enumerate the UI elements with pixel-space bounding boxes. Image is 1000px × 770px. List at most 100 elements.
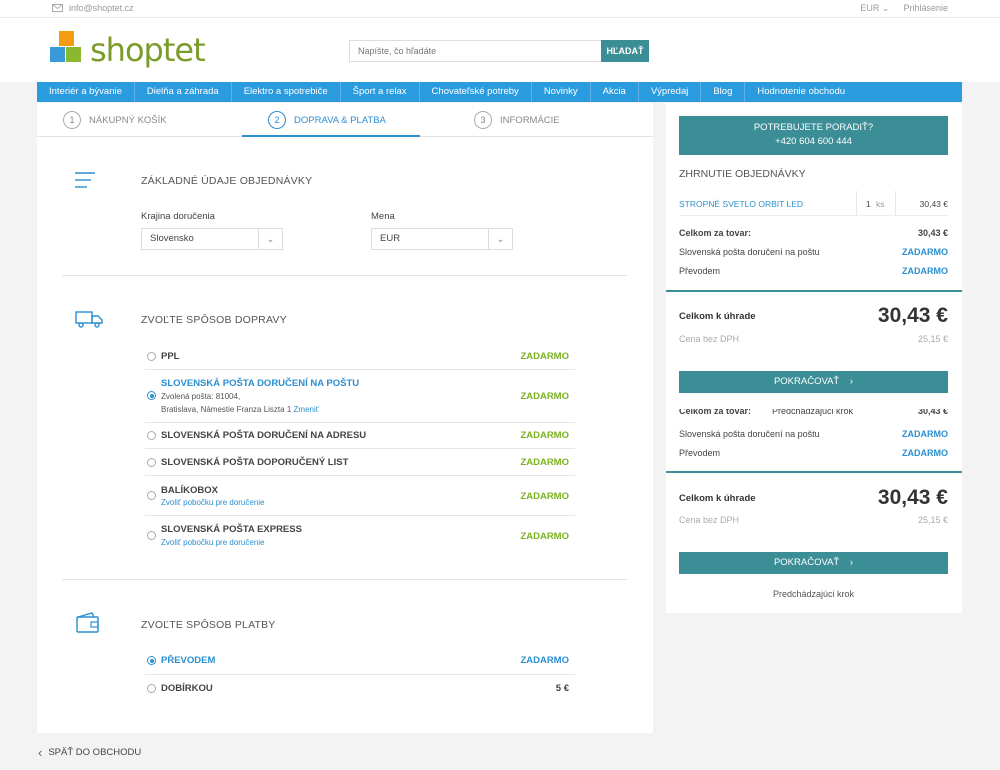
summary-item: STROPNÉ SVETLO ORBIT LED 1 ks 30,43 € (679, 191, 948, 216)
shipping-option[interactable]: SLOVENSKÁ POŠTA DOPORUČENÝ LIST ZADARMO (145, 449, 575, 476)
option-price: ZADARMO (520, 457, 569, 468)
payment-option[interactable]: DOBÍRKOU 5 € (145, 675, 575, 702)
email-text: info@shoptet.cz (69, 3, 134, 13)
chevron-down-icon: ⌄ (488, 229, 512, 249)
choose-branch-link[interactable]: Zvoliť pobočku pre doručenie (161, 498, 265, 507)
shipping-summary-value: ZADARMO (902, 247, 948, 257)
step-label: NÁKUPNÝ KOŠÍK (89, 114, 167, 126)
clipped-summary-row: Celkom za tovar: Predchádzajúci krok 30,… (679, 409, 948, 416)
nav-item[interactable]: Elektro a spotrebiče (232, 82, 341, 102)
currency-switch[interactable]: EUR ⌄ (860, 3, 889, 14)
summary-divider (666, 471, 962, 473)
step-cart[interactable]: 1 NÁKUPNÝ KOŠÍK (63, 111, 167, 129)
total-value: 30,43 € (877, 304, 948, 327)
nav-item[interactable]: Výpredaj (639, 82, 702, 102)
divider (62, 579, 627, 580)
previous-step-link[interactable]: Predchádzajúci krok (679, 589, 948, 599)
option-price: ZADARMO (520, 531, 569, 542)
total-label: Celkom k úhrade (679, 311, 756, 322)
logo[interactable]: shoptet (50, 31, 206, 66)
radio-button[interactable] (147, 491, 156, 500)
item-price: 30,43 € (919, 199, 948, 209)
step-info[interactable]: 3 INFORMÁCIE (474, 111, 560, 129)
option-name: SLOVENSKÁ POŠTA EXPRESS (161, 524, 302, 535)
step-number: 3 (474, 111, 492, 129)
top-bar: info@shoptet.cz EUR ⌄ Prihlásenie (0, 0, 1000, 18)
list-icon (75, 172, 95, 188)
continue-button[interactable]: POKRAČOVAŤ › (679, 552, 948, 574)
shipping-option[interactable]: SLOVENSKÁ POŠTA DORUČENÍ NA ADRESU ZADAR… (145, 423, 575, 449)
search-button[interactable]: HĽADAŤ (601, 40, 649, 62)
country-label: Krajina doručenia (141, 211, 215, 222)
currency-value: EUR (380, 233, 401, 244)
back-to-shop-link[interactable]: ‹ SPÄŤ DO OBCHODU (38, 745, 141, 760)
shipping-summary-row: Slovenská pošta doručení na poštu ZADARM… (679, 429, 948, 439)
country-select[interactable]: Slovensko ⌄ (141, 228, 283, 250)
choose-branch-link[interactable]: Zvoliť pobočku pre doručenie (161, 538, 265, 547)
nav-item[interactable]: Novinky (532, 82, 591, 102)
payment-summary-label: Převodem (679, 448, 721, 458)
shipping-option[interactable]: BALÍKOBOX Zvoliť pobočku pre doručenie Z… (145, 476, 575, 516)
step-number: 2 (268, 111, 286, 129)
nav-item[interactable]: Dielňa a záhrada (135, 82, 232, 102)
payment-summary-row: Převodem ZADARMO (679, 266, 948, 276)
help-phone[interactable]: +420 604 600 444 (679, 135, 948, 149)
login-link[interactable]: Prihlásenie (903, 3, 948, 14)
payment-option-selected[interactable]: PŘEVODEM ZADARMO (145, 648, 575, 675)
shipping-option[interactable]: SLOVENSKÁ POŠTA EXPRESS Zvoliť pobočku p… (145, 516, 575, 556)
item-unit: ks (876, 199, 885, 209)
currency-select[interactable]: EUR ⌄ (371, 228, 513, 250)
logo-icon (50, 31, 86, 65)
goods-total-value: 30,43 € (917, 228, 948, 238)
option-name: BALÍKOBOX (161, 485, 218, 496)
nav-item[interactable]: Hodnotenie obchodu (745, 82, 857, 102)
radio-button[interactable] (147, 458, 156, 467)
search-bar: HĽADAŤ (349, 40, 649, 62)
radio-button-selected[interactable] (147, 656, 156, 665)
net-price-value: 25,15 € (917, 334, 948, 344)
radio-button[interactable] (147, 684, 156, 693)
mail-icon (52, 4, 63, 12)
nav-item[interactable]: Interiér a bývanie (37, 82, 135, 102)
payment-summary-value: ZADARMO (902, 448, 948, 458)
shipping-title: ZVOĽTE SPÔSOB DOPRAVY (141, 314, 287, 326)
goods-total-label: Celkom za tovar: (679, 409, 752, 416)
search-input[interactable] (349, 40, 601, 62)
continue-button[interactable]: POKRAČOVAŤ › (679, 371, 948, 393)
pickup-address: Bratislava, Námestie Franza Liszta 1 (161, 405, 292, 414)
net-price-label: Cena bez DPH (679, 334, 740, 344)
option-price: 5 € (555, 683, 569, 694)
shipping-option[interactable]: PPL ZADARMO (145, 344, 575, 370)
basic-details-title: ZÁKLADNÉ ÚDAJE OBJEDNÁVKY (141, 175, 313, 187)
radio-button[interactable] (147, 431, 156, 440)
goods-total-value: 30,43 € (917, 409, 948, 416)
change-link[interactable]: Zmeniť (294, 405, 319, 414)
email-link[interactable]: info@shoptet.cz (52, 3, 134, 13)
wallet-icon (76, 612, 99, 633)
payment-summary-value: ZADARMO (902, 266, 948, 276)
option-price: ZADARMO (520, 351, 569, 362)
nav-item[interactable]: Akcia (591, 82, 639, 102)
nav-item[interactable]: Blog (701, 82, 746, 102)
item-quantity: 1 (866, 199, 871, 209)
nav-item[interactable]: Šport a relax (341, 82, 420, 102)
nav-item[interactable]: Chovateľské potreby (420, 82, 532, 102)
currency-label: EUR (860, 3, 880, 13)
radio-button[interactable] (147, 531, 156, 540)
radio-button[interactable] (147, 352, 156, 361)
continue-label: POKRAČOVAŤ (773, 557, 840, 568)
chevron-left-icon: ‹ (38, 745, 43, 760)
chevron-right-icon: › (849, 557, 854, 568)
help-box[interactable]: POTREBUJETE PORADIŤ? +420 604 600 444 (679, 116, 948, 155)
chevron-right-icon: › (849, 376, 854, 387)
option-price: ZADARMO (520, 655, 569, 666)
shipping-summary-label: Slovenská pošta doručení na poštu (679, 429, 820, 439)
goods-total-row: Celkom za tovar: 30,43 € (679, 228, 948, 238)
total-label: Celkom k úhrade (679, 493, 756, 504)
shipping-option-selected[interactable]: SLOVENSKÁ POŠTA DORUČENÍ NA POŠTU Zvolen… (145, 370, 575, 423)
item-name[interactable]: STROPNÉ SVETLO ORBIT LED (679, 199, 803, 209)
help-title: POTREBUJETE PORADIŤ? (753, 122, 874, 133)
payment-summary-label: Převodem (679, 266, 721, 276)
radio-button-selected[interactable] (147, 391, 156, 400)
step-shipping[interactable]: 2 DOPRAVA & PLATBA (268, 111, 386, 129)
